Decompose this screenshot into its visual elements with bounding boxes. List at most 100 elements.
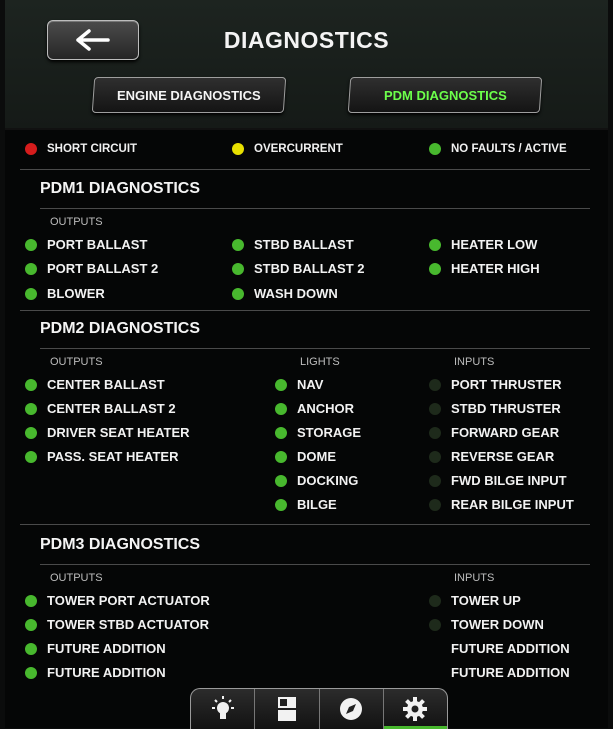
item-label: TOWER DOWN	[451, 617, 544, 632]
status-dot-icon	[275, 426, 287, 439]
item-label: TOWER PORT ACTUATOR	[47, 593, 210, 608]
status-dot-icon	[429, 450, 441, 463]
divider	[20, 169, 590, 170]
pdm3-output: TOWER STBD ACTUATOR	[25, 617, 209, 632]
pdm2-output: CENTER BALLAST	[25, 377, 165, 392]
pdm1-item: STBD BALLAST	[232, 237, 354, 252]
item-label: PORT BALLAST	[47, 237, 148, 252]
item-label: REVERSE GEAR	[451, 449, 555, 464]
divider	[40, 564, 590, 565]
status-dot-icon	[275, 378, 287, 391]
status-dot-icon	[275, 498, 287, 511]
item-label: WASH DOWN	[254, 286, 338, 301]
item-label: CENTER BALLAST	[47, 377, 165, 392]
pdm1-item: PORT BALLAST 2	[25, 261, 158, 276]
tab-pdm-label: PDM DIAGNOSTICS	[383, 87, 507, 103]
pdm3-title: PDM3 DIAGNOSTICS	[40, 536, 201, 553]
divider	[40, 348, 590, 349]
nav-settings[interactable]	[383, 689, 448, 729]
nav-panels[interactable]	[255, 689, 320, 729]
item-label: FUTURE ADDITION	[47, 641, 166, 656]
status-dot-icon	[429, 238, 441, 251]
compass-icon	[340, 698, 363, 720]
item-label: BLOWER	[47, 286, 105, 301]
item-label: PASS. SEAT HEATER	[47, 449, 179, 464]
status-dot-icon	[25, 378, 37, 391]
pdm3-output: TOWER PORT ACTUATOR	[25, 593, 210, 608]
lightbulb-icon	[211, 696, 234, 719]
pdm2-input: PORT THRUSTER	[429, 377, 562, 392]
pdm1-item: WASH DOWN	[232, 286, 338, 301]
item-label: STBD BALLAST	[254, 237, 354, 252]
pdm2-light: DOME	[275, 449, 336, 464]
status-dot-icon	[275, 474, 287, 487]
item-label: FUTURE ADDITION	[451, 665, 570, 680]
status-dot-icon	[429, 474, 441, 487]
page-title: DIAGNOSTICS	[223, 27, 390, 53]
item-label: FORWARD GEAR	[451, 425, 560, 440]
status-dot-icon	[25, 426, 37, 439]
pdm2-input: FWD BILGE INPUT	[429, 473, 567, 488]
legend-short-circuit: SHORT CIRCUIT	[25, 143, 137, 155]
status-dot-icon	[275, 450, 287, 463]
pdm1-item: BLOWER	[25, 286, 105, 301]
status-dot-icon	[232, 287, 244, 300]
tab-engine-diagnostics[interactable]: ENGINE DIAGNOSTICS	[91, 77, 287, 113]
pdm3-outputs-label: OUTPUTS	[50, 572, 103, 584]
green-dot-icon	[429, 143, 441, 155]
pdm2-title: PDM2 DIAGNOSTICS	[40, 320, 201, 337]
status-dot-icon	[429, 426, 441, 439]
status-dot-icon	[232, 238, 244, 251]
status-dot-icon	[25, 287, 37, 300]
status-dot-icon	[429, 498, 441, 511]
status-dot-icon	[25, 450, 37, 463]
item-label: DRIVER SEAT HEATER	[47, 425, 190, 440]
pdm2-light: DOCKING	[275, 473, 358, 488]
pdm2-light: STORAGE	[275, 425, 361, 440]
item-label: FUTURE ADDITION	[451, 641, 570, 656]
legend-label: NO FAULTS / ACTIVE	[451, 143, 567, 155]
item-label: DOCKING	[297, 473, 359, 488]
status-dot-icon	[25, 666, 37, 679]
pdm2-input: FORWARD GEAR	[429, 425, 559, 440]
pdm1-item: PORT BALLAST	[25, 237, 147, 252]
pdm3-input: FUTURE ADDITION	[429, 641, 570, 656]
pdm3-input: TOWER UP	[429, 593, 521, 608]
pdm3-output: FUTURE ADDITION	[25, 641, 166, 656]
item-label: NAV	[297, 377, 324, 392]
nav-compass[interactable]	[320, 689, 384, 729]
status-dot-icon	[429, 378, 441, 391]
legend-label: OVERCURRENT	[254, 143, 343, 155]
item-label: FUTURE ADDITION	[47, 665, 166, 680]
pdm2-light: NAV	[275, 377, 323, 392]
item-label: REAR BILGE INPUT	[451, 497, 574, 512]
status-dot-icon	[429, 667, 441, 679]
item-label: HEATER LOW	[451, 237, 538, 252]
status-dot-icon	[25, 262, 37, 275]
pdm2-outputs-label: OUTPUTS	[50, 356, 103, 368]
status-dot-icon	[429, 643, 441, 655]
pdm3-inputs-label: INPUTS	[454, 572, 495, 584]
status-dot-icon	[25, 594, 37, 607]
legend-overcurrent: OVERCURRENT	[232, 143, 343, 155]
yellow-dot-icon	[232, 143, 244, 155]
pdm1-item: STBD BALLAST 2	[232, 261, 365, 276]
pdm2-light: ANCHOR	[275, 401, 354, 416]
pdm2-output: DRIVER SEAT HEATER	[25, 425, 190, 440]
item-label: CENTER BALLAST 2	[47, 401, 176, 416]
nav-lights[interactable]	[191, 689, 256, 729]
item-label: TOWER UP	[451, 593, 521, 608]
tab-engine-label: ENGINE DIAGNOSTICS	[117, 87, 261, 103]
divider	[20, 310, 590, 311]
red-dot-icon	[25, 143, 37, 155]
tab-pdm-diagnostics[interactable]: PDM DIAGNOSTICS	[347, 77, 543, 113]
pdm2-input: REVERSE GEAR	[429, 449, 554, 464]
pdm1-outputs-label: OUTPUTS	[50, 216, 103, 228]
legend-label: SHORT CIRCUIT	[47, 143, 138, 155]
pdm3-input: FUTURE ADDITION	[429, 665, 570, 680]
item-label: DOME	[297, 449, 336, 464]
pdm1-title: PDM1 DIAGNOSTICS	[40, 180, 201, 197]
bottom-nav	[190, 688, 448, 729]
status-dot-icon	[25, 402, 37, 415]
diagnostics-screen: DIAGNOSTICS ENGINE DIAGNOSTICS PDM DIAGN…	[5, 0, 608, 729]
